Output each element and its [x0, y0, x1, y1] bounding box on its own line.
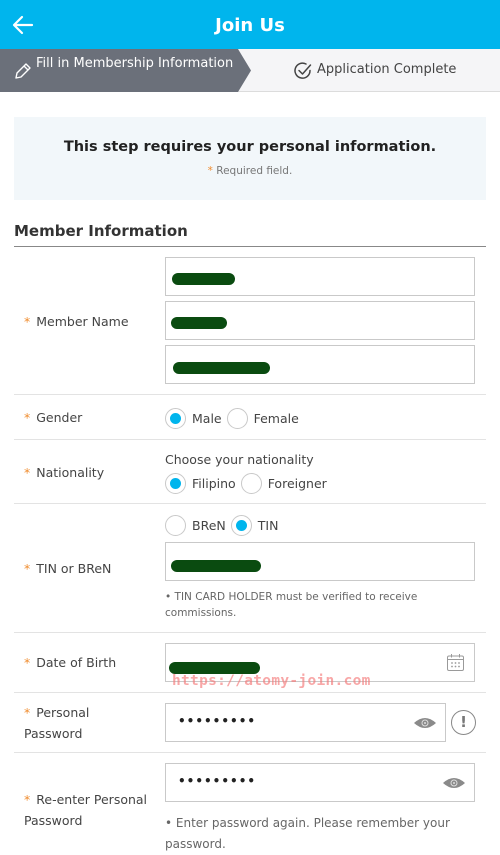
tin-radio-label[interactable]: TIN	[258, 518, 279, 533]
tin-type-radio-group: BReN TIN	[165, 515, 280, 536]
row-divider	[14, 439, 486, 440]
required-mark: *	[207, 165, 213, 177]
password-confirm-value: •••••••••	[178, 774, 257, 788]
dob-label: * Date of Birth	[24, 655, 117, 670]
nationality-filipino-label[interactable]: Filipino	[192, 476, 236, 491]
gender-label: * Gender	[24, 410, 83, 425]
nationality-foreigner-radio[interactable]	[240, 473, 262, 494]
watermark-text: https://atomy-join.com	[172, 673, 371, 689]
tin-hint: • TIN CARD HOLDER must be verified to re…	[165, 591, 418, 619]
first-name-input[interactable]	[165, 257, 475, 296]
calendar-icon[interactable]	[446, 653, 465, 672]
password-confirm-input[interactable]: •••••••••	[165, 763, 475, 802]
last-name-input[interactable]	[165, 345, 475, 384]
eye-icon[interactable]	[442, 776, 466, 790]
step-indicator: Fill in Membership Information Applicati…	[0, 49, 500, 92]
nationality-label: * Nationality	[24, 465, 105, 480]
row-divider	[14, 503, 486, 504]
redacted-value	[171, 560, 261, 572]
member-name-label: * Member Name	[24, 314, 129, 329]
row-divider	[14, 632, 486, 633]
nationality-foreigner-label[interactable]: Foreigner	[268, 476, 327, 491]
gender-male-radio[interactable]	[165, 408, 186, 429]
section-title: Member Information	[14, 222, 188, 240]
step-fill-info: Fill in Membership Information	[0, 49, 252, 92]
password-label: * Personal Password	[24, 705, 90, 741]
gender-radio-group: Male Female	[165, 408, 301, 429]
tin-radio[interactable]	[230, 515, 252, 536]
nationality-radio-group: Filipino Foreigner	[165, 473, 329, 494]
notice-title: This step requires your personal informa…	[63, 139, 437, 155]
redacted-value	[173, 362, 270, 374]
password-value: •••••••••	[178, 714, 257, 728]
middle-name-input[interactable]	[165, 301, 475, 340]
bren-radio[interactable]	[165, 515, 186, 536]
password-input[interactable]: •••••••••	[165, 703, 446, 742]
check-circle-icon	[294, 62, 312, 79]
tin-input[interactable]	[165, 542, 475, 581]
section-divider	[14, 246, 486, 247]
eye-icon[interactable]	[413, 716, 437, 730]
step-application-complete: Application Complete	[293, 61, 456, 85]
required-note: * Required field.	[14, 165, 486, 177]
tin-label: * TIN or BReN	[24, 561, 112, 576]
step-label: Fill in Membership Information	[36, 56, 234, 71]
gender-male-label[interactable]: Male	[192, 411, 222, 426]
password-confirm-hint: • Enter password again. Please remember …	[165, 816, 450, 851]
notice-box: This step requires your personal informa…	[14, 117, 486, 200]
pencil-icon	[15, 63, 31, 79]
page-title: Join Us	[215, 15, 285, 36]
row-divider	[14, 394, 486, 395]
password-confirm-label: * Re-enter Personal Password	[24, 792, 148, 828]
password-info-button[interactable]: !	[451, 710, 476, 735]
redacted-value	[172, 273, 235, 285]
redacted-value	[171, 317, 227, 329]
nationality-prompt: Choose your nationality	[165, 452, 314, 467]
gender-female-radio[interactable]	[226, 408, 248, 429]
row-divider	[14, 692, 486, 693]
required-text: Required field.	[216, 165, 293, 177]
row-divider	[14, 752, 486, 753]
bren-label[interactable]: BReN	[192, 518, 226, 533]
nationality-filipino-radio[interactable]	[165, 473, 186, 494]
gender-female-label[interactable]: Female	[254, 411, 299, 426]
step-label: Application Complete	[317, 62, 457, 77]
app-header: Join Us	[0, 0, 500, 49]
